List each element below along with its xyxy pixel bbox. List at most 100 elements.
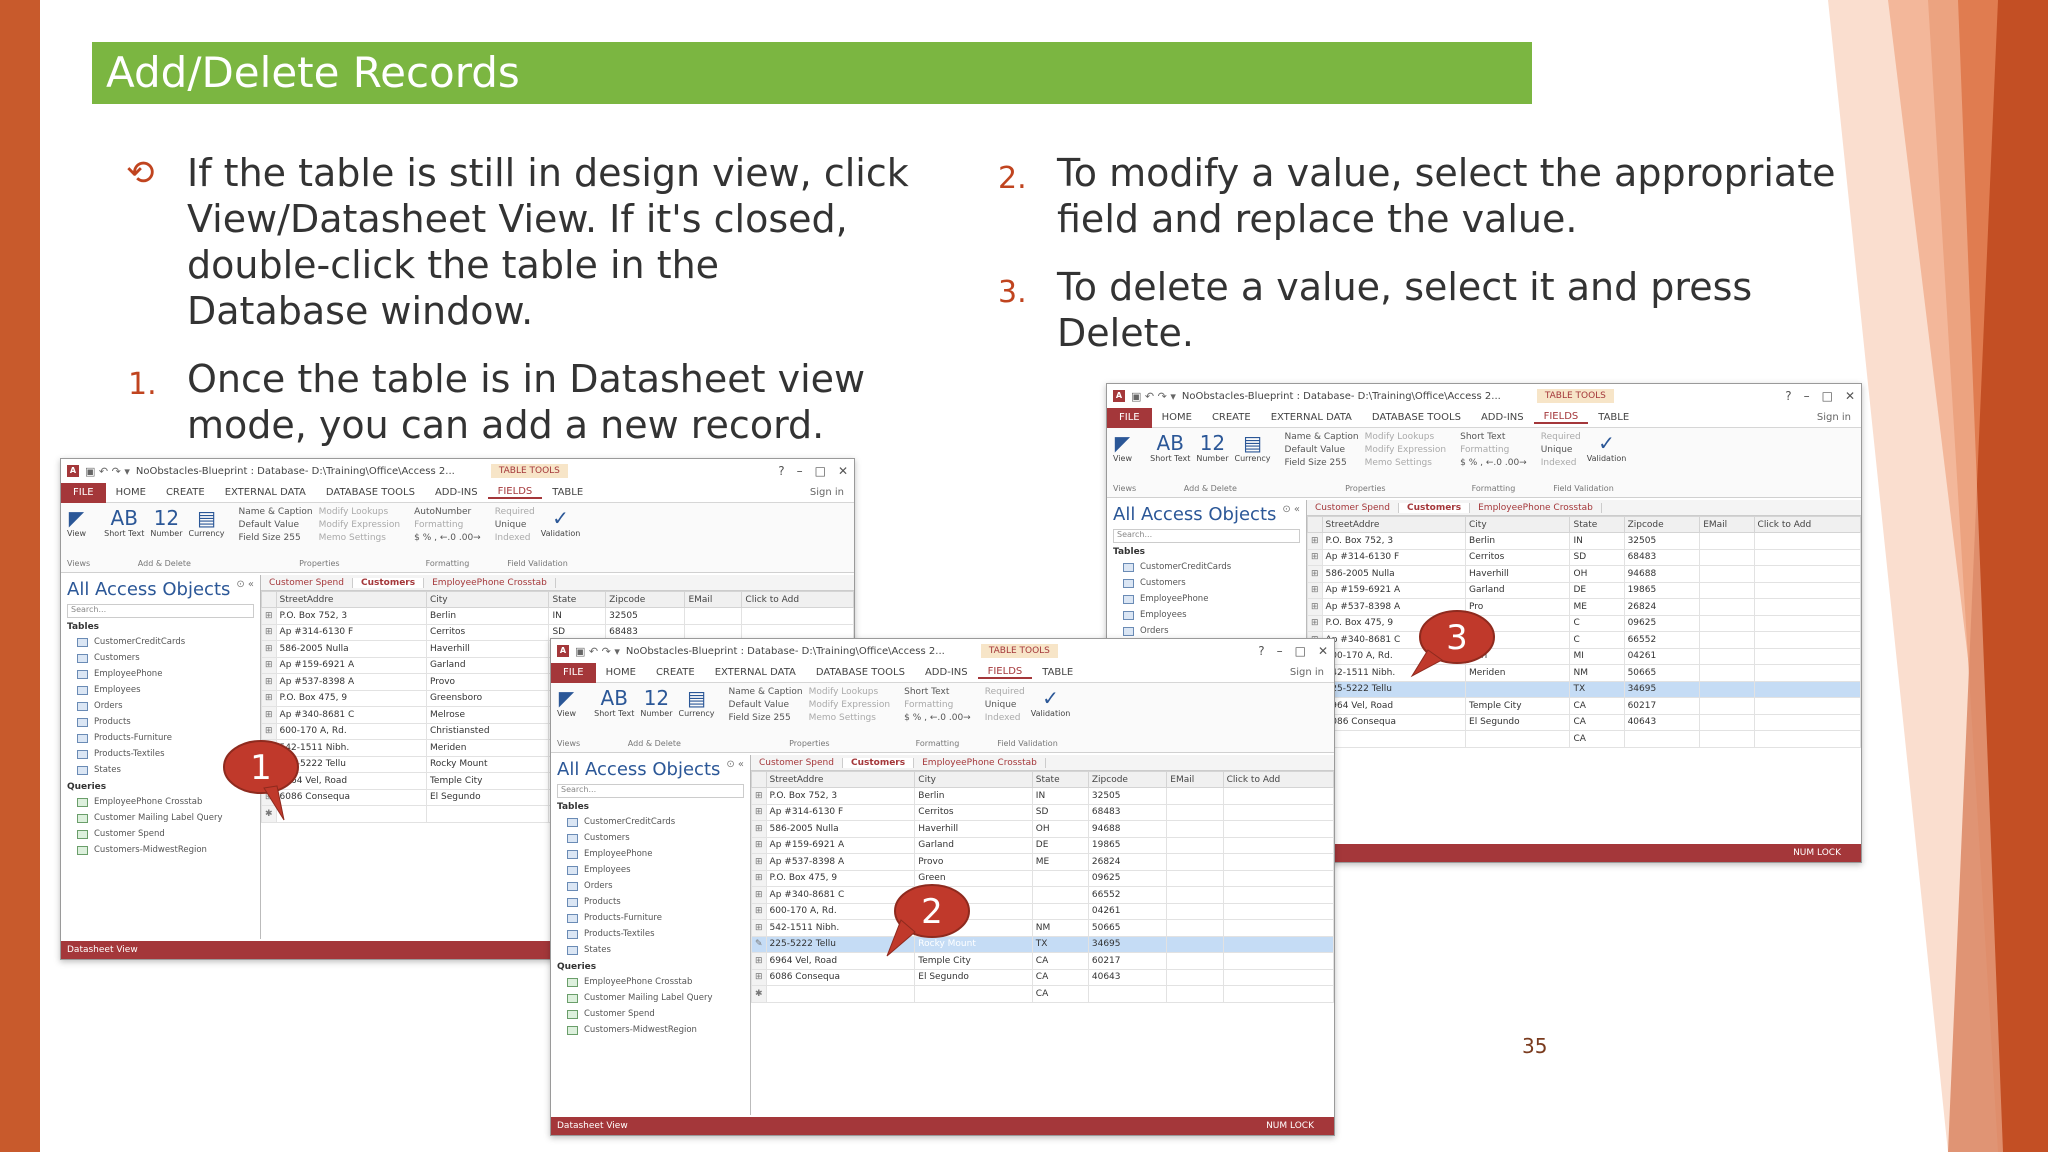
table-row[interactable]: ⊞542-1511 Nibh.MeridenNM50665 bbox=[1307, 664, 1861, 682]
nav-section-tables[interactable]: Tables bbox=[1113, 547, 1300, 557]
nav-table-item[interactable]: CustomerCreditCards bbox=[1113, 559, 1300, 575]
unique-checkbox[interactable]: Unique bbox=[985, 700, 1025, 710]
nav-collapse-icon[interactable]: ⊙ « bbox=[236, 579, 254, 600]
table-cell[interactable] bbox=[1753, 697, 1861, 715]
default-value-button[interactable]: Default Value bbox=[729, 700, 803, 710]
ribbon-tab-external-data[interactable]: EXTERNAL DATA bbox=[215, 487, 316, 498]
table-cell[interactable]: C bbox=[1569, 631, 1625, 649]
nav-collapse-icon[interactable]: ⊙ « bbox=[1282, 504, 1300, 525]
table-cell[interactable]: IN bbox=[548, 607, 607, 625]
table-row[interactable]: ⊞Ap #159-6921 AGarlandDE19865 bbox=[1307, 581, 1861, 599]
table-row[interactable]: ⊞542-1511 Nibh.MeridenNM50665 bbox=[751, 919, 1334, 937]
table-cell[interactable]: NM bbox=[1569, 664, 1625, 682]
ribbon-tab-add-ins[interactable]: ADD-INS bbox=[915, 667, 978, 678]
field-size-input[interactable]: 255 bbox=[284, 533, 301, 543]
row-selector[interactable]: ⊞ bbox=[261, 623, 277, 641]
document-tab[interactable]: Customers bbox=[1398, 502, 1471, 513]
table-cell[interactable]: 94688 bbox=[1623, 565, 1701, 583]
table-row[interactable]: ⊞6964 Vel, RoadTemple CityCA60217 bbox=[1307, 697, 1861, 715]
nav-table-item[interactable]: Employees bbox=[67, 682, 254, 698]
row-selector[interactable]: ⊞ bbox=[751, 787, 767, 805]
save-icon[interactable]: ▣ ↶ ↷ ▾ bbox=[85, 465, 130, 478]
table-cell[interactable]: Berlin bbox=[425, 607, 550, 625]
memo-settings-button[interactable]: Memo Settings bbox=[319, 533, 401, 543]
document-tab[interactable]: Customers bbox=[352, 577, 425, 588]
nav-table-item[interactable]: Products-Furniture bbox=[557, 910, 744, 926]
table-cell[interactable] bbox=[1699, 565, 1755, 583]
row-selector[interactable]: ⊞ bbox=[751, 902, 767, 920]
table-cell[interactable] bbox=[1753, 713, 1861, 731]
table-row[interactable]: ⊞ P.O. Box 752, 3 Berlin IN 32505 bbox=[1307, 532, 1861, 550]
table-cell[interactable] bbox=[914, 985, 1033, 1003]
table-cell[interactable] bbox=[1166, 935, 1224, 953]
table-cell[interactable] bbox=[741, 607, 854, 625]
sign-in-link[interactable]: Sign in bbox=[1807, 412, 1861, 423]
table-cell[interactable] bbox=[1166, 886, 1224, 904]
table-cell[interactable]: 09625 bbox=[1623, 614, 1701, 632]
table-cell[interactable]: Haverhill bbox=[1465, 565, 1571, 583]
ribbon-tab-fields[interactable]: FIELDS bbox=[487, 486, 543, 499]
table-cell[interactable] bbox=[1753, 680, 1861, 698]
nav-search-input[interactable]: Search... bbox=[67, 604, 254, 618]
table-cell[interactable]: IN bbox=[1569, 532, 1625, 550]
view-button[interactable]: ◤ View bbox=[1113, 432, 1132, 463]
table-cell[interactable]: 34695 bbox=[1087, 935, 1168, 953]
row-selector[interactable]: ⊞ bbox=[1307, 581, 1323, 599]
table-cell[interactable]: 60217 bbox=[1087, 952, 1168, 970]
default-value-button[interactable]: Default Value bbox=[1285, 445, 1359, 455]
ribbon-tab-home[interactable]: HOME bbox=[1152, 412, 1202, 423]
table-cell[interactable] bbox=[1753, 548, 1861, 566]
ribbon-tab-database-tools[interactable]: DATABASE TOOLS bbox=[1362, 412, 1471, 423]
table-cell[interactable]: 19865 bbox=[1087, 836, 1168, 854]
table-cell[interactable]: OH bbox=[1569, 565, 1625, 583]
table-cell[interactable]: 94688 bbox=[1087, 820, 1168, 838]
sign-in-link[interactable]: Sign in bbox=[1280, 667, 1334, 678]
table-cell[interactable] bbox=[1166, 919, 1224, 937]
save-icon[interactable]: ▣ ↶ ↷ ▾ bbox=[575, 645, 620, 658]
table-cell[interactable] bbox=[1031, 902, 1089, 920]
table-row[interactable]: ⊞Ap #340-8681 CC66552 bbox=[1307, 631, 1861, 649]
nav-query-item[interactable]: Customer Spend bbox=[557, 1006, 744, 1022]
table-cell[interactable] bbox=[1166, 968, 1224, 986]
table-row[interactable]: ⊞ P.O. Box 475, 9 Green 09625 bbox=[751, 869, 1334, 887]
table-cell[interactable] bbox=[1166, 820, 1224, 838]
table-row[interactable]: ⊞ P.O. Box 752, 3 Berlin IN 32505 bbox=[751, 787, 1334, 805]
table-cell[interactable] bbox=[1222, 919, 1334, 937]
table-cell[interactable]: Haverhill bbox=[914, 820, 1033, 838]
row-selector[interactable]: ⊞ bbox=[751, 803, 767, 821]
table-cell[interactable]: El Segundo bbox=[1465, 713, 1571, 731]
unique-checkbox[interactable]: Unique bbox=[1541, 445, 1581, 455]
ribbon-tab-database-tools[interactable]: DATABASE TOOLS bbox=[316, 487, 425, 498]
ribbon-tab-add-ins[interactable]: ADD-INS bbox=[425, 487, 488, 498]
column-header-state[interactable]: State bbox=[548, 591, 607, 608]
table-cell[interactable]: 66552 bbox=[1087, 886, 1168, 904]
table-cell[interactable] bbox=[1753, 664, 1861, 682]
table-cell[interactable]: 6086 Consequa bbox=[765, 968, 916, 986]
table-cell[interactable]: 586-2005 Nulla bbox=[1321, 565, 1467, 583]
table-cell[interactable] bbox=[1222, 803, 1334, 821]
row-selector[interactable]: ⊞ bbox=[261, 640, 277, 658]
table-cell[interactable]: SD bbox=[1031, 803, 1089, 821]
column-header-city[interactable]: City bbox=[1465, 516, 1571, 533]
table-cell[interactable] bbox=[425, 805, 550, 823]
table-cell[interactable] bbox=[1166, 853, 1224, 871]
table-cell[interactable]: 6086 Consequa bbox=[1321, 713, 1467, 731]
ribbon-tab-create[interactable]: CREATE bbox=[156, 487, 215, 498]
nav-table-item[interactable]: EmployeePhone bbox=[1113, 591, 1300, 607]
currency-button[interactable]: ▤ Currency bbox=[189, 507, 225, 538]
document-tab[interactable]: Customers bbox=[842, 757, 915, 768]
currency-button[interactable]: ▤ Currency bbox=[1235, 432, 1271, 463]
table-row[interactable]: ⊞Ap #159-6921 AGarlandDE19865 bbox=[751, 836, 1334, 854]
number-format-icons[interactable]: $ % , ←.0 .00→ bbox=[1460, 458, 1527, 468]
table-cell[interactable] bbox=[1753, 614, 1861, 632]
column-header-zipcode[interactable]: Zipcode bbox=[1087, 771, 1168, 788]
table-cell[interactable]: 50665 bbox=[1623, 664, 1701, 682]
table-cell[interactable] bbox=[1222, 853, 1334, 871]
column-header-click-to-add[interactable]: Click to Add bbox=[1753, 516, 1861, 533]
table-cell[interactable] bbox=[1699, 697, 1755, 715]
short-text-button[interactable]: AB Short Text bbox=[104, 507, 144, 538]
table-cell[interactable]: 04261 bbox=[1623, 647, 1701, 665]
row-selector[interactable]: ⊞ bbox=[261, 689, 277, 707]
nav-table-item[interactable]: EmployeePhone bbox=[557, 846, 744, 862]
name-caption-button[interactable]: Name & Caption bbox=[1285, 432, 1359, 442]
